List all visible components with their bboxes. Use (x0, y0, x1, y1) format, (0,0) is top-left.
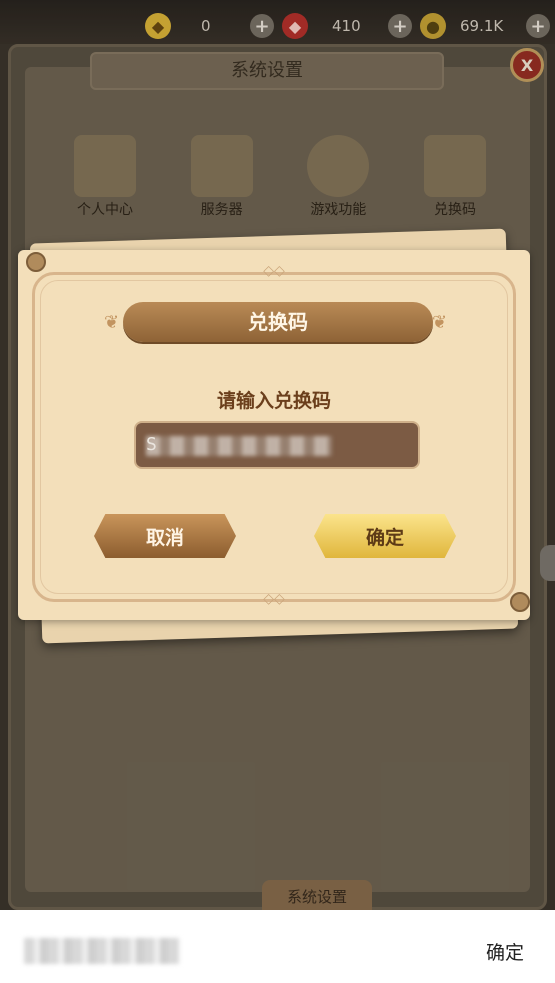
system-confirm-button[interactable]: 确定 (486, 938, 524, 965)
redeem-code-dialog: ◇◇ ◇◇ ❦ 兑换码 ❦ 请输入兑换码 S 取消 确定 (18, 250, 530, 620)
redeem-code-prompt: 请输入兑换码 (216, 390, 331, 412)
cancel-button[interactable]: 取消 (94, 514, 236, 558)
side-handle[interactable] (540, 545, 555, 581)
leaf-ornament-icon: ❦ (104, 312, 120, 333)
ornament-icon: ◇◇ (263, 591, 285, 607)
redacted-text (24, 938, 180, 964)
scroll-knob-icon (26, 252, 46, 272)
redacted-text (146, 436, 332, 456)
system-keyboard-bar: 确定 (0, 910, 555, 983)
confirm-button[interactable]: 确定 (314, 514, 456, 558)
dialog-title: 兑换码 (123, 302, 433, 342)
ornament-icon: ◇◇ (263, 263, 285, 279)
leaf-ornament-icon: ❦ (432, 312, 448, 333)
scroll-knob-icon (510, 592, 530, 612)
